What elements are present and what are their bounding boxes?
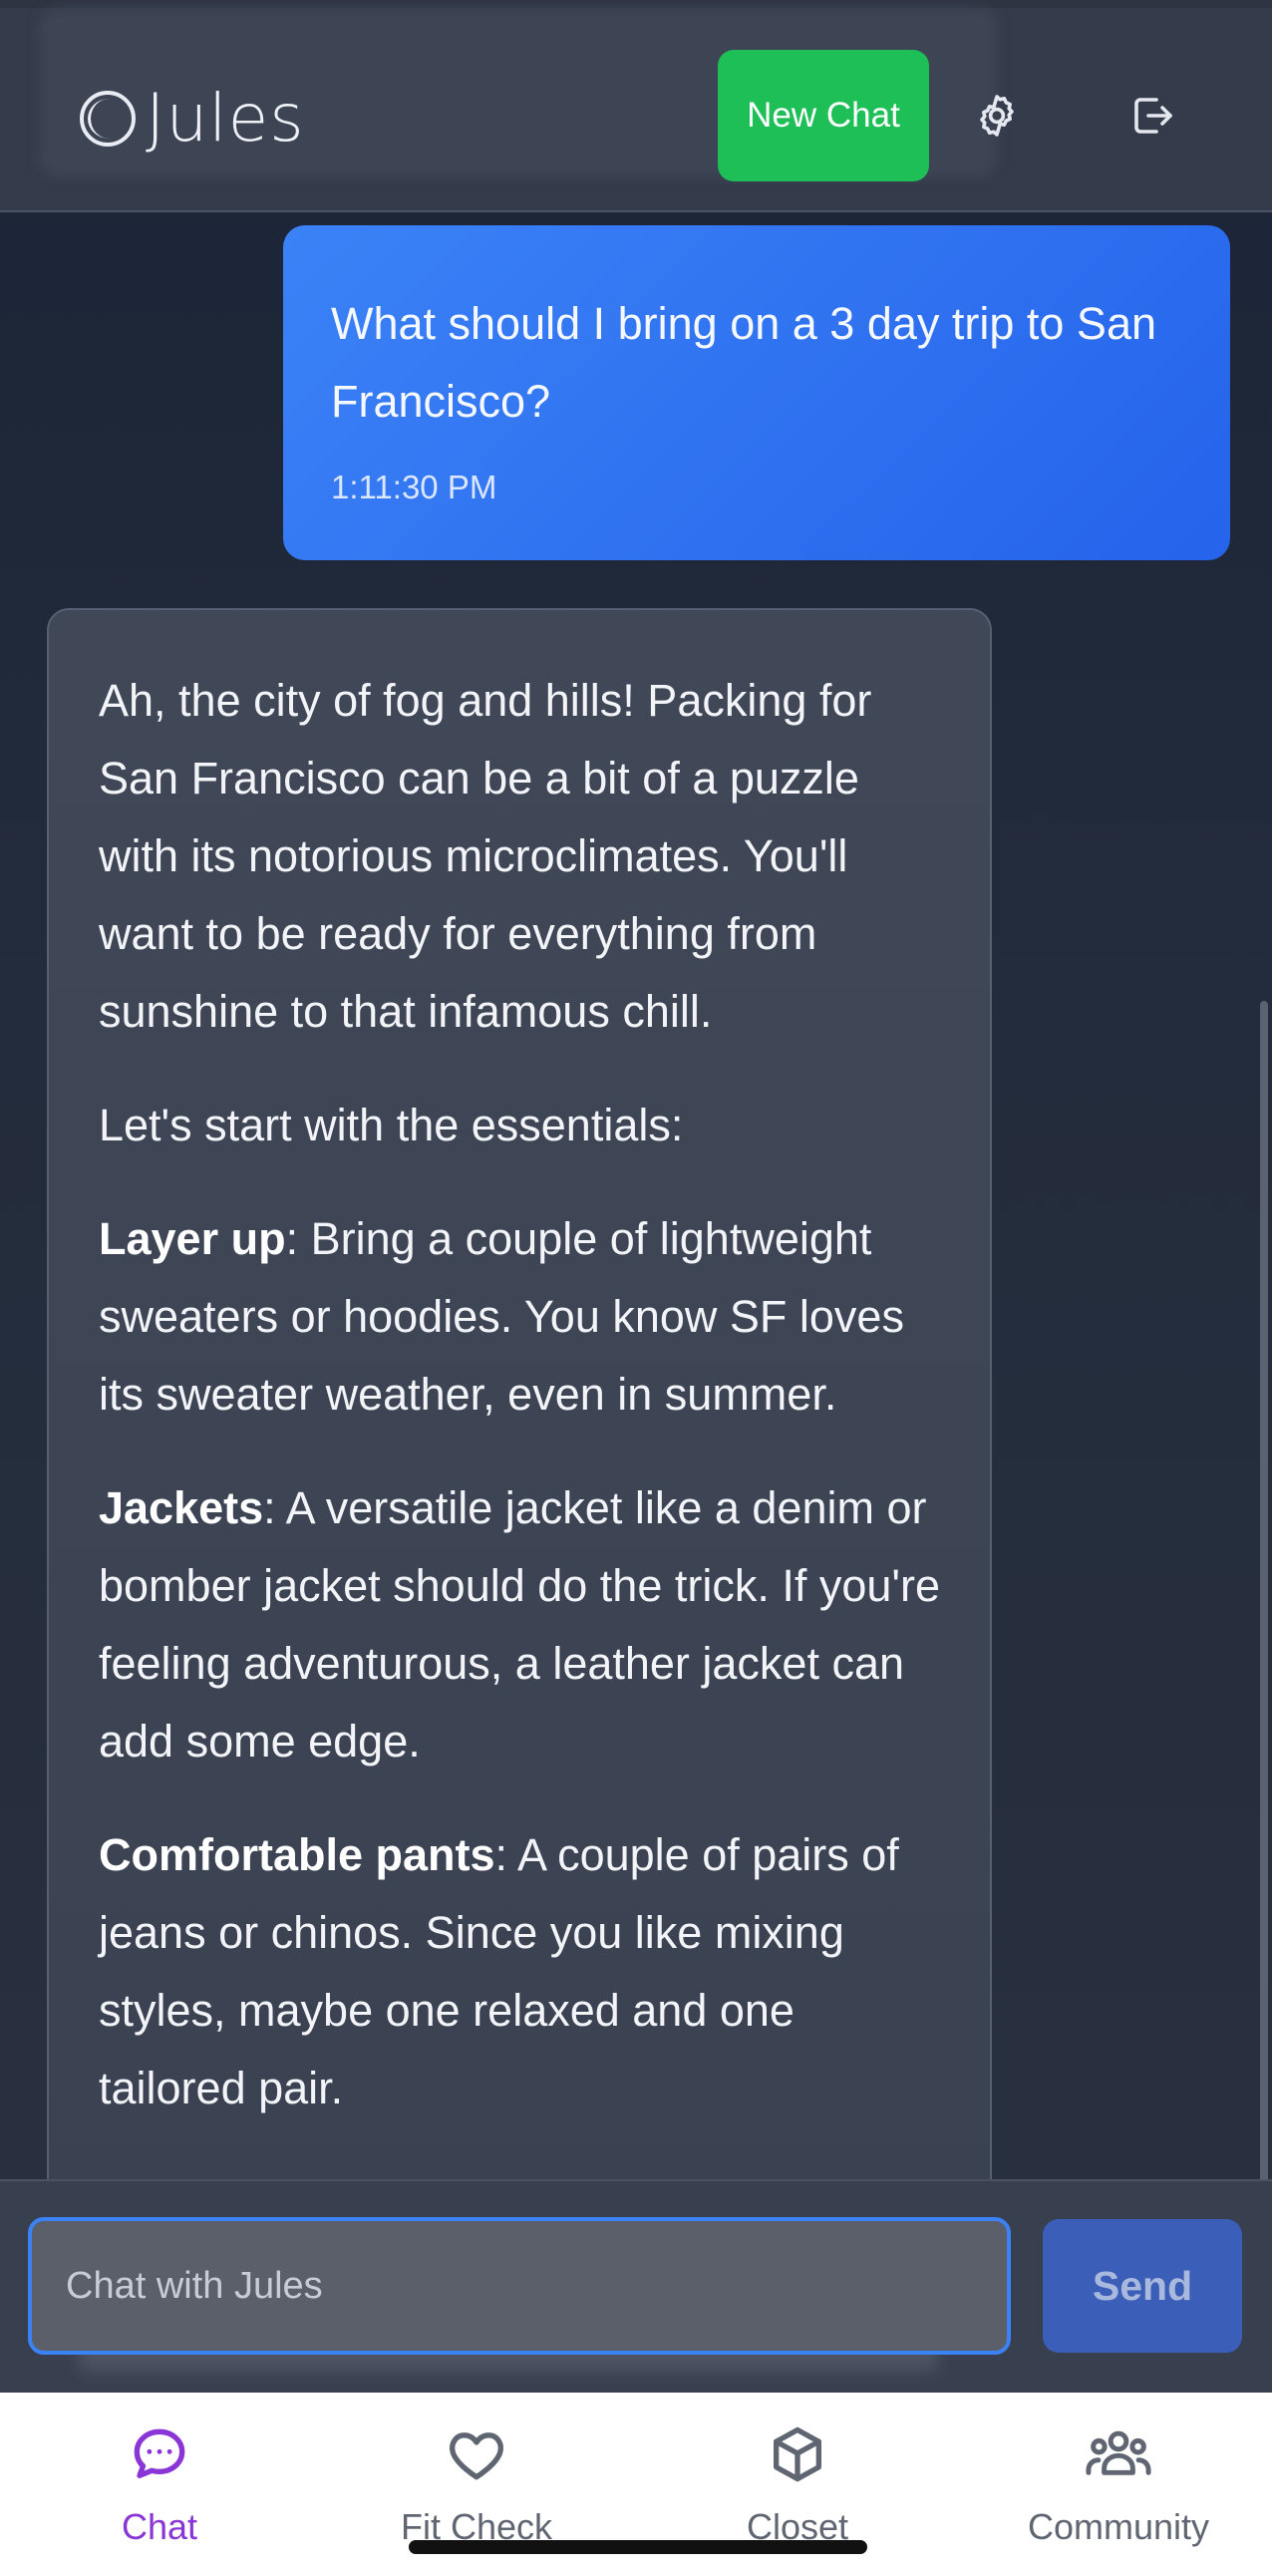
logo-circle-icon	[80, 90, 136, 147]
item-title: Comfortable pants	[99, 1829, 495, 1880]
assistant-item-jackets: Jackets: A versatile jacket like a denim…	[99, 1469, 942, 1780]
assistant-lead: Let's start with the essentials:	[99, 1100, 684, 1150]
assistant-item-pants: Comfortable pants: A couple of pairs of …	[99, 1816, 942, 2127]
nav-item-community[interactable]: Community	[959, 2422, 1272, 2572]
logo-text: Jules	[146, 80, 305, 157]
gear-icon[interactable]	[969, 88, 1025, 144]
composer-bar: Send	[0, 2179, 1272, 2393]
heart-icon	[317, 2422, 636, 2486]
app-header: Jules New Chat	[0, 8, 1272, 212]
assistant-item-layer-up: Layer up: Bring a couple of lightweight …	[99, 1200, 942, 1434]
home-indicator[interactable]	[409, 2540, 867, 2554]
nav-label-community: Community	[1027, 2506, 1210, 2547]
nav-label-chat: Chat	[121, 2506, 198, 2547]
send-button[interactable]: Send	[1043, 2219, 1242, 2353]
message-timestamp: 1:11:30 PM	[331, 469, 497, 505]
nav-item-chat[interactable]: Chat	[0, 2422, 319, 2572]
user-message-bubble: What should I bring on a 3 day trip to S…	[283, 225, 1230, 560]
item-title: Layer up	[99, 1213, 286, 1264]
chat-scrollbar[interactable]	[1260, 1001, 1268, 2179]
new-chat-button[interactable]: New Chat	[718, 50, 929, 181]
logout-icon[interactable]	[1124, 88, 1180, 144]
assistant-message-bubble: Ah, the city of fog and hills! Packing f…	[47, 608, 992, 2179]
box-icon	[638, 2422, 957, 2486]
status-strip	[0, 0, 1272, 8]
chat-input[interactable]	[28, 2217, 1011, 2355]
assistant-intro: Ah, the city of fog and hills! Packing f…	[99, 675, 872, 1037]
logo[interactable]: Jules	[80, 80, 305, 157]
item-title: Jackets	[99, 1482, 264, 1533]
people-icon	[959, 2422, 1272, 2486]
user-message-text: What should I bring on a 3 day trip to S…	[331, 298, 1156, 427]
chat-bubble-icon	[0, 2422, 319, 2486]
chat-thread[interactable]: What should I bring on a 3 day trip to S…	[0, 213, 1272, 2179]
